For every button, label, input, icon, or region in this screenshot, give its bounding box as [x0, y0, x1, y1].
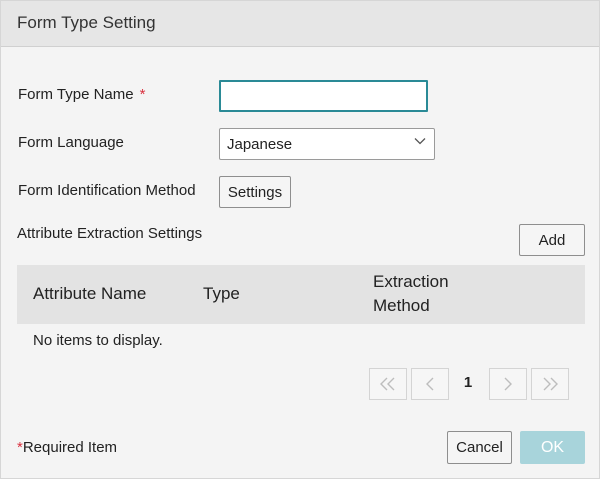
form-identification-label: Form Identification Method	[18, 182, 196, 199]
dialog-title: Form Type Setting	[17, 13, 156, 32]
column-extraction-method[interactable]: Extraction Method	[373, 270, 449, 318]
form-type-name-label: Form Type Name *	[18, 86, 146, 103]
settings-button[interactable]: Settings	[219, 176, 291, 208]
double-chevron-left-icon	[380, 377, 395, 391]
dialog-title-bar: Form Type Setting	[1, 1, 599, 47]
form-language-select[interactable]: Japanese	[219, 128, 435, 160]
required-item-note: *Required Item	[17, 439, 118, 456]
ok-button[interactable]: OK	[520, 431, 585, 464]
chevron-right-icon	[504, 377, 512, 391]
current-page-number[interactable]: 1	[456, 374, 480, 391]
double-chevron-right-icon	[543, 377, 558, 391]
first-page-button[interactable]	[369, 368, 407, 400]
form-type-setting-dialog: Form Type Setting Form Type Name * Form L…	[0, 0, 600, 479]
previous-page-button[interactable]	[411, 368, 449, 400]
add-attribute-button[interactable]: Add	[519, 224, 585, 256]
table-empty-message: No items to display.	[33, 332, 163, 349]
form-language-label: Form Language	[18, 134, 124, 151]
column-type[interactable]: Type	[203, 282, 240, 306]
required-asterisk: *	[139, 86, 146, 103]
form-type-name-input[interactable]	[219, 80, 428, 112]
cancel-button[interactable]: Cancel	[447, 431, 512, 464]
last-page-button[interactable]	[531, 368, 569, 400]
chevron-down-icon	[414, 138, 426, 145]
attribute-extraction-label: Attribute Extraction Settings	[17, 225, 203, 242]
next-page-button[interactable]	[489, 368, 527, 400]
column-attribute-name[interactable]: Attribute Name	[33, 282, 146, 306]
form-language-value: Japanese	[227, 136, 293, 153]
chevron-left-icon	[426, 377, 434, 391]
attribute-table-header: Attribute Name Type Extraction Method	[17, 265, 585, 324]
